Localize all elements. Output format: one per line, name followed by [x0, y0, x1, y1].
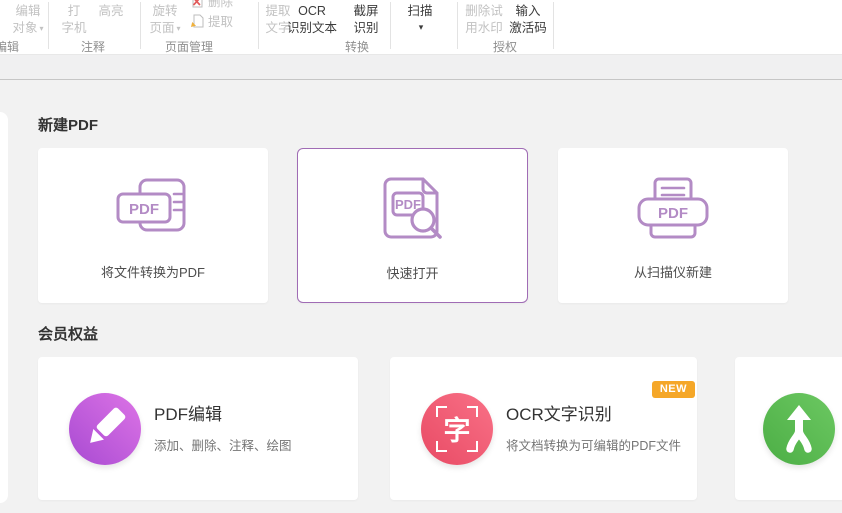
- chevron-down-icon: ▾: [177, 24, 181, 33]
- edit-object-line1: 编辑: [15, 3, 40, 20]
- card-partial-right[interactable]: [735, 357, 842, 500]
- divider: [553, 2, 554, 49]
- chevron-down-icon: ▾: [40, 24, 44, 33]
- app-window: 编辑 对象▾ 打 字机 高亮 旋转 页面▾ 删除: [0, 0, 842, 513]
- edit-object-line2: 对象▾: [12, 20, 43, 39]
- scanner-pdf-icon: PDF: [634, 177, 712, 241]
- edit-object-button[interactable]: 编辑 对象▾: [7, 3, 49, 38]
- card-label: 快速打开: [386, 263, 438, 282]
- card-ocr-text-recognition[interactable]: NEW 字 OCR文字识别 将文档转换为可编辑的PDF文件: [390, 357, 697, 500]
- ribbon-group-label-annotate: 注释: [73, 38, 113, 55]
- convert-to-pdf-icon: PDF: [114, 178, 192, 240]
- divider: [48, 2, 49, 49]
- quick-open-pdf-icon: PDF: [380, 176, 446, 244]
- remove-trial-watermark-button[interactable]: 删除试 用水印: [463, 3, 505, 36]
- card-pdf-edit[interactable]: PDF编辑 添加、删除、注释、绘图: [38, 357, 358, 500]
- benefit-title: OCR文字识别: [506, 404, 681, 426]
- benefit-subtitle: 将文档转换为可编辑的PDF文件: [506, 438, 681, 454]
- ribbon-group-label-convert: 转换: [337, 38, 377, 55]
- ribbon-group-label-authorization: 授权: [485, 38, 525, 55]
- card-convert-file-to-pdf[interactable]: PDF 将文件转换为PDF: [38, 148, 268, 303]
- new-badge: NEW: [652, 381, 695, 398]
- ribbon-group-label-page-management: 页面管理: [163, 38, 215, 55]
- divider: [457, 2, 458, 49]
- ocr-recognize-text-button[interactable]: OCR 识别文本: [283, 3, 341, 36]
- card-new-from-scanner[interactable]: PDF 从扫描仪新建: [558, 148, 788, 303]
- screenshot-recognition-button[interactable]: 截屏 识别: [349, 3, 383, 36]
- divider: [390, 2, 391, 49]
- ocr-scan-text-icon: 字: [421, 393, 493, 465]
- rotate-pages-button[interactable]: 旋转 页面▾: [143, 3, 187, 38]
- svg-text:PDF: PDF: [658, 205, 688, 222]
- section-title-new-pdf: 新建PDF: [38, 116, 98, 136]
- enter-activation-code-button[interactable]: 输入 激活码: [506, 3, 550, 36]
- extract-pages-button[interactable]: 提取: [190, 11, 233, 30]
- card-quick-open[interactable]: PDF 快速打开: [297, 148, 528, 303]
- svg-text:PDF: PDF: [129, 201, 159, 218]
- ribbon-lower-band: [0, 55, 842, 80]
- card-label: 从扫描仪新建: [634, 262, 712, 281]
- divider: [258, 2, 259, 49]
- chevron-down-icon: ▾: [419, 19, 424, 36]
- benefit-subtitle: 添加、删除、注释、绘图: [154, 438, 292, 454]
- card-label: 将文件转换为PDF: [101, 262, 205, 281]
- merge-arrows-icon: [763, 393, 835, 465]
- left-peek-card-edge: [0, 112, 8, 503]
- highlight-button[interactable]: 高亮: [95, 3, 127, 20]
- pencil-icon: [69, 393, 141, 465]
- scan-button[interactable]: 扫描 ▾: [404, 3, 436, 36]
- delete-pages-button[interactable]: 删除: [190, 0, 233, 10]
- typewriter-button[interactable]: 打 字机: [56, 3, 92, 36]
- ribbon-group-label-edit: 编辑: [0, 38, 27, 55]
- extract-page-icon: [190, 14, 204, 28]
- ribbon-toolbar: 编辑 对象▾ 打 字机 高亮 旋转 页面▾ 删除: [0, 0, 842, 55]
- benefit-title: PDF编辑: [154, 404, 292, 426]
- delete-page-icon: [190, 0, 204, 8]
- divider: [140, 2, 141, 49]
- section-title-member-benefits: 会员权益: [38, 325, 98, 345]
